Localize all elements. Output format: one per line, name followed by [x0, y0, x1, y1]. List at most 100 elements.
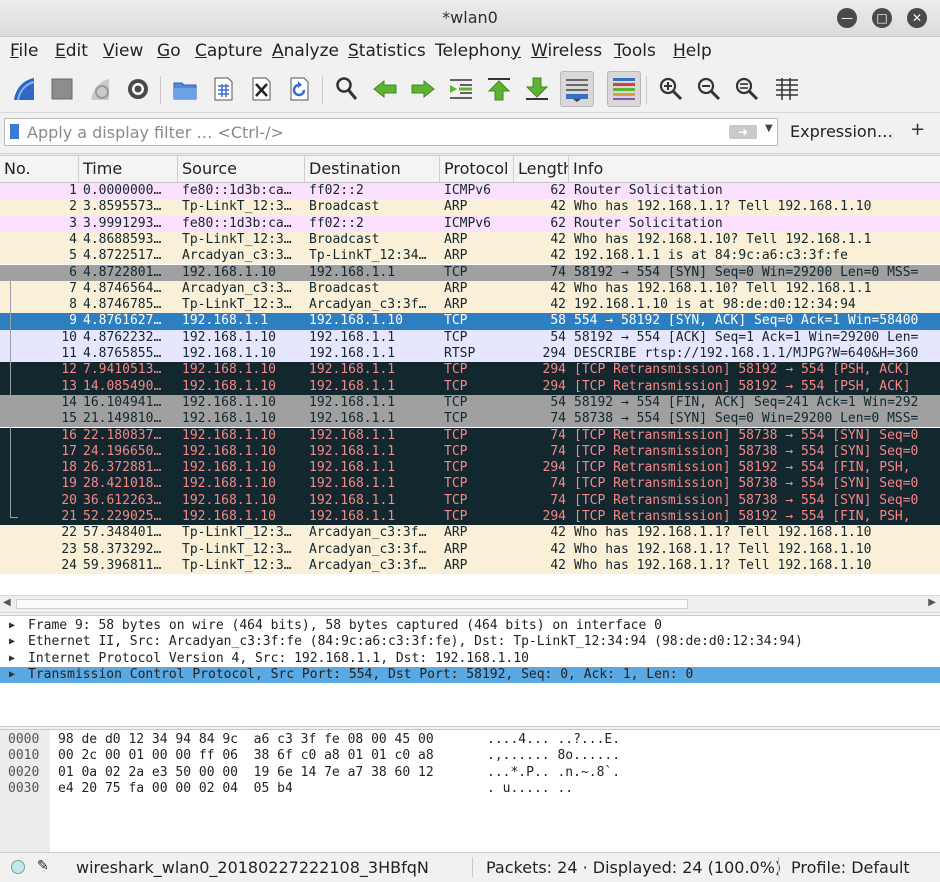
scrollbar-thumb[interactable] [16, 599, 688, 609]
menu-statistics[interactable]: Statistics [348, 41, 426, 61]
expand-arrow-icon[interactable]: ▶ [9, 618, 15, 634]
column-header-destination[interactable]: Destination [305, 156, 440, 182]
restart-capture-icon[interactable] [83, 71, 117, 107]
filter-bookmark-icon[interactable] [10, 124, 19, 139]
column-header-protocol[interactable]: Protocol [440, 156, 514, 182]
expand-arrow-icon[interactable]: ▶ [9, 634, 15, 650]
expand-arrow-icon[interactable]: ▶ [9, 651, 15, 667]
packet-cell-info: [TCP Retransmission] 58738 → 554 [SYN] S… [574, 427, 919, 443]
menu-go[interactable]: Go [157, 41, 181, 61]
last-packet-icon[interactable] [520, 71, 554, 107]
capture-comment-icon[interactable]: ✎ [37, 858, 49, 874]
packet-cell-proto: TCP [444, 394, 468, 410]
scroll-right-icon[interactable]: ▶ [928, 597, 936, 608]
autoscroll-icon[interactable] [560, 71, 594, 107]
packet-row[interactable]: 6 4.8722801… 192.168.1.10 192.168.1.1 TCP 74 5… [0, 264, 940, 281]
packet-row[interactable]: 21 52.229025… 192.168.1.10 192.168.1.1 TCP 29… [0, 509, 940, 526]
apply-filter-arrow-icon[interactable]: ➜ [729, 125, 757, 139]
packet-row[interactable]: 22 57.348401… Tp-LinkT_12:3… Arcadyan_c3:3f… [0, 525, 940, 542]
packet-cell-proto: ARP [444, 541, 468, 557]
packet-row[interactable]: 17 24.196650… 192.168.1.10 192.168.1.1 TCP 74… [0, 443, 940, 461]
maximize-button[interactable]: □ [872, 8, 892, 28]
bytes-ascii[interactable]: . u..... .. [487, 781, 573, 797]
packet-row[interactable]: 13 14.085490… 192.168.1.10 192.168.1.1 TCP 29… [0, 378, 940, 395]
menu-capture[interactable]: Capture [195, 41, 263, 61]
stop-capture-icon[interactable] [45, 71, 79, 107]
bytes-hex[interactable]: 00 2c 00 01 00 00 ff 06 38 6f c0 a8 01 0… [58, 748, 434, 764]
packet-row[interactable]: 24 59.396811… Tp-LinkT_12:3… Arcadyan_c3:3f… [0, 557, 940, 575]
zoom-in-icon[interactable] [654, 71, 688, 107]
menu-edit[interactable]: Edit [55, 41, 88, 61]
bytes-ascii[interactable]: ....4... ..?...E. [487, 732, 620, 748]
column-header-info[interactable]: Info [569, 156, 940, 182]
menu-help[interactable]: Help [673, 41, 712, 61]
menu-tools[interactable]: Tools [614, 41, 656, 61]
packet-row[interactable]: 16 22.180837… 192.168.1.10 192.168.1.1 TCP 74… [0, 427, 940, 444]
menu-wireless[interactable]: Wireless [531, 41, 602, 61]
packet-row[interactable]: 2 3.8595573… Tp-LinkT_12:3… Broadcast ARP 42 W… [0, 199, 940, 216]
scroll-left-icon[interactable]: ◀ [3, 597, 11, 608]
packet-row[interactable]: 15 21.149810… 192.168.1.10 192.168.1.1 TCP 74… [0, 411, 940, 428]
packet-cell-no: 1 [69, 183, 77, 198]
display-filter-input[interactable] [27, 122, 717, 142]
menu-file[interactable]: File [10, 41, 38, 61]
go-back-icon[interactable] [368, 71, 402, 107]
go-to-packet-icon[interactable] [444, 71, 478, 107]
find-packet-icon[interactable] [330, 71, 364, 107]
packet-row[interactable]: 8 4.8746785… Tp-LinkT_12:3… Arcadyan_c3:3f…… [0, 297, 940, 314]
first-packet-icon[interactable] [482, 71, 516, 107]
detail-tree-item[interactable]: ▶ Ethernet II, Src: Arcadyan_c3:3f:fe (84… [0, 634, 940, 650]
bytes-hex[interactable]: 01 0a 02 2a e3 50 00 00 19 6e 14 7e a7 3… [58, 765, 434, 781]
packet-row[interactable]: 11 4.8765855… 192.168.1.10 192.168.1.1 RTSP 2… [0, 346, 940, 363]
colorize-icon[interactable] [607, 71, 641, 107]
packet-row[interactable]: 1 0.0000000… fe80::1d3b:ca… ff02::2 ICMPv6 62… [0, 183, 940, 200]
column-header-time[interactable]: Time [79, 156, 178, 182]
save-file-icon[interactable] [206, 71, 240, 107]
expert-info-icon[interactable] [11, 860, 25, 874]
menu-analyze[interactable]: Analyze [272, 41, 339, 61]
packet-row[interactable]: 18 26.372881… 192.168.1.10 192.168.1.1 TCP 29… [0, 460, 940, 477]
packet-cell-time: 4.8762232… [83, 329, 162, 345]
column-header-length[interactable]: Length [514, 156, 569, 182]
packet-row[interactable]: 3 3.9991293… fe80::1d3b:ca… ff02::2 ICMPv6 62… [0, 215, 940, 232]
add-filter-button[interactable]: + [910, 119, 925, 140]
expression-button[interactable]: Expression… [790, 122, 893, 141]
reload-file-icon[interactable] [282, 71, 316, 107]
packet-row[interactable]: 4 4.8688593… Tp-LinkT_12:3… Broadcast ARP 42 W… [0, 231, 940, 249]
column-header-no[interactable]: No. [0, 156, 79, 182]
go-forward-icon[interactable] [406, 71, 440, 107]
packet-row[interactable]: 12 7.9410513… 192.168.1.10 192.168.1.1 TCP 29… [0, 362, 940, 379]
packet-list-scrollbar[interactable]: ◀ ▶ [0, 595, 940, 613]
bytes-ascii[interactable]: .,...... 8o...... [487, 748, 620, 764]
resize-columns-icon[interactable] [770, 71, 804, 107]
profile-selector[interactable]: Profile: Default [791, 858, 910, 877]
start-capture-icon[interactable] [7, 71, 41, 107]
detail-tree-item[interactable]: ▶ Frame 9: 58 bytes on wire (464 bits), 5… [0, 618, 940, 634]
normal-size-icon[interactable] [730, 71, 764, 107]
menu-view[interactable]: View [103, 41, 143, 61]
menu-telephony[interactable]: Telephony [435, 41, 521, 61]
detail-tree-item[interactable]: ▶ Internet Protocol Version 4, Src: 192.1… [0, 651, 940, 667]
bytes-ascii[interactable]: ...*.P.. .n.~.8`. [487, 765, 620, 781]
packet-row[interactable]: 20 36.612263… 192.168.1.10 192.168.1.1 TCP 74… [0, 492, 940, 509]
minimize-button[interactable]: — [837, 8, 857, 28]
expand-arrow-icon[interactable]: ▶ [9, 667, 15, 683]
close-button[interactable]: ✕ [907, 8, 927, 28]
close-file-icon[interactable] [244, 71, 278, 107]
packet-row[interactable]: 10 4.8762232… 192.168.1.10 192.168.1.1 TCP 54… [0, 329, 940, 346]
bytes-hex[interactable]: e4 20 75 fa 00 00 02 04 05 b4 [58, 781, 293, 797]
capture-options-icon[interactable] [121, 71, 155, 107]
filter-history-dropdown-icon[interactable]: ▼ [765, 123, 773, 134]
open-file-icon[interactable] [168, 71, 202, 107]
zoom-out-icon[interactable] [692, 71, 726, 107]
packet-row[interactable]: 7 4.8746564… Arcadyan_c3:3… Broadcast ARP 42 W… [0, 280, 940, 298]
packet-row[interactable]: 14 16.104941… 192.168.1.10 192.168.1.1 TCP 54… [0, 394, 940, 412]
column-header-source[interactable]: Source [178, 156, 305, 182]
packet-row[interactable]: 19 28.421018… 192.168.1.10 192.168.1.1 TCP 74… [0, 476, 940, 493]
packet-cell-len: 42 [550, 525, 566, 541]
bytes-hex[interactable]: 98 de d0 12 34 94 84 9c a6 c3 3f fe 08 0… [58, 732, 434, 748]
detail-tree-item[interactable]: ▶ Transmission Control Protocol, Src Port… [0, 666, 940, 683]
packet-row[interactable]: 9 4.8761627… 192.168.1.1 192.168.1.10 TCP 58 5… [0, 313, 940, 330]
packet-row[interactable]: 23 58.373292… Tp-LinkT_12:3… Arcadyan_c3:3f… [0, 541, 940, 558]
packet-row[interactable]: 5 4.8722517… Arcadyan_c3:3… Tp-LinkT_12:34…… [0, 248, 940, 265]
